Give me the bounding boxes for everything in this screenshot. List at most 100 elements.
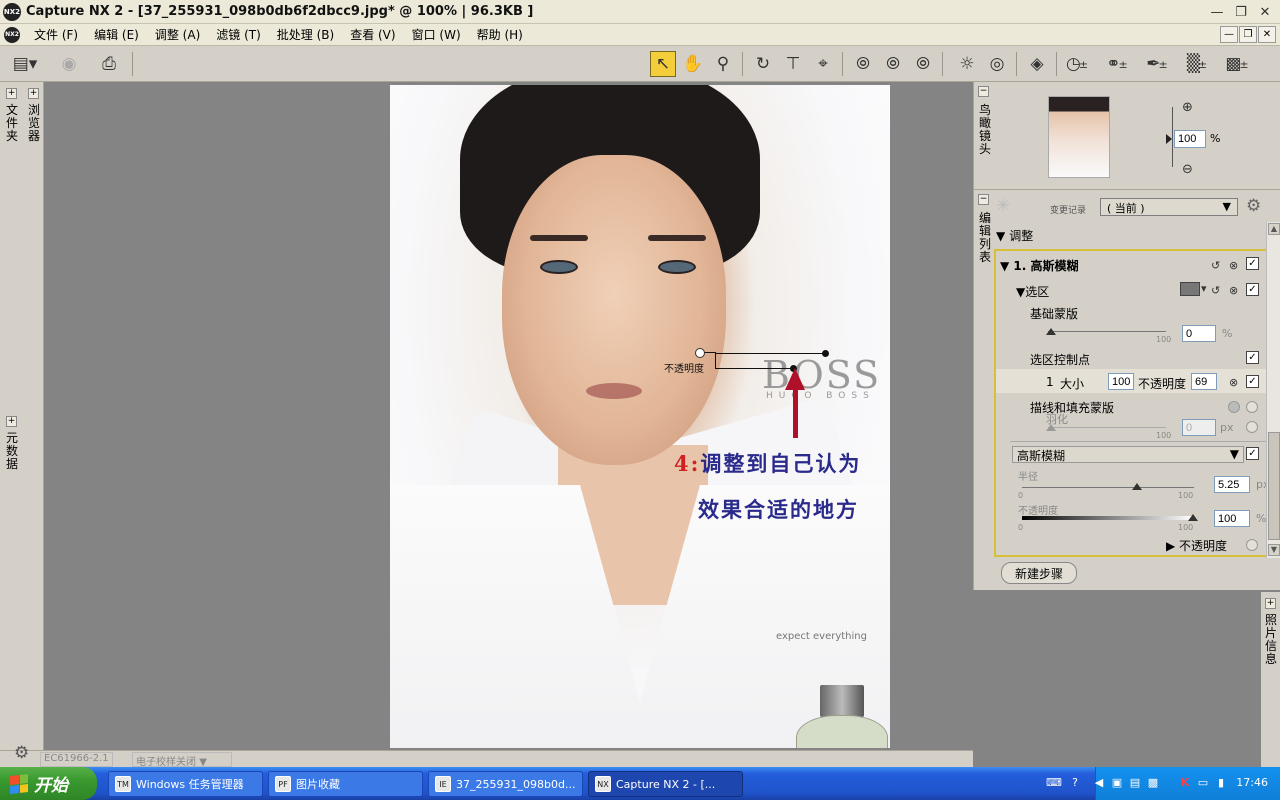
gradient-icon[interactable]: ▒ ±	[1184, 51, 1210, 77]
expand-folder-icon[interactable]: +	[6, 88, 17, 99]
selection-checkbox[interactable]: ✓	[1246, 283, 1259, 296]
menu-view[interactable]: 查看 (V)	[342, 26, 403, 43]
tray-expand-icon[interactable]: ◀	[1092, 776, 1106, 790]
keyboard-icon[interactable]: ⌨	[1046, 776, 1062, 790]
hand-icon[interactable]: ✋	[680, 51, 706, 77]
fill-icon[interactable]: ▩ ±	[1224, 51, 1250, 77]
edit-list-scrollbar[interactable]: ▲ ▼	[1266, 222, 1280, 558]
collapse-birdseye-icon[interactable]: −	[978, 86, 989, 97]
doc-minimize-button[interactable]: —	[1220, 26, 1238, 43]
expand-browser-icon[interactable]: +	[28, 88, 39, 99]
straighten-icon[interactable]: ⊤	[780, 51, 806, 77]
menu-window[interactable]: 窗口 (W)	[404, 26, 469, 43]
step-title[interactable]: ▼ 1. 高斯模糊	[1000, 257, 1079, 274]
adjust-section-header[interactable]: ▼ 调整	[996, 227, 1033, 244]
browser-layout-icon[interactable]: ▤▾	[12, 51, 38, 77]
color-point-icon[interactable]: ◈	[1024, 51, 1050, 77]
base-mask-field[interactable]	[1182, 325, 1216, 342]
delete-icon[interactable]: ⊗	[1229, 284, 1238, 297]
opacity-slider[interactable]	[1022, 516, 1194, 520]
print-icon[interactable]: ⎙	[96, 51, 122, 77]
control-point-handle[interactable]	[695, 348, 705, 358]
camera-icon[interactable]: ◉	[56, 51, 82, 77]
doc-close-button[interactable]: ✕	[1258, 26, 1276, 43]
selection-control-point-icon[interactable]: ◷ ±	[1064, 51, 1090, 77]
zoom-field[interactable]	[1174, 130, 1206, 148]
feather-radio[interactable]	[1246, 421, 1258, 433]
network-icon[interactable]: ▣	[1110, 776, 1124, 790]
base-mask-slider[interactable]	[1048, 331, 1166, 332]
brush-icon[interactable]: ✒ ±	[1144, 51, 1170, 77]
radius-slider[interactable]	[1022, 487, 1194, 488]
close-button[interactable]: ✕	[1254, 2, 1276, 22]
opacity-radio[interactable]	[1246, 539, 1258, 551]
zoom-icon[interactable]: ⚲	[710, 51, 736, 77]
scroll-thumb[interactable]	[1268, 432, 1280, 540]
zoom-slider-pointer[interactable]	[1166, 134, 1172, 144]
menu-file[interactable]: 文件 (F)	[26, 26, 86, 43]
feather-slider-thumb[interactable]	[1046, 424, 1056, 431]
tab-browser[interactable]: 浏览器	[24, 104, 44, 143]
delete-icon[interactable]: ⊗	[1229, 259, 1238, 272]
black-control-point-icon[interactable]: ⦾	[850, 51, 876, 77]
red-eye-icon[interactable]: ☼	[954, 51, 980, 77]
task-capture-nx[interactable]: NX Capture NX 2 - [...	[588, 771, 743, 797]
new-step-button[interactable]: 新建步骤	[1001, 562, 1077, 584]
photo[interactable]: BOSS HUGO BOSS expect everything	[390, 85, 890, 748]
selection-row[interactable]: ▼选区	[1016, 283, 1049, 300]
white-control-point-icon[interactable]: ⦾	[910, 51, 936, 77]
restore-button[interactable]: ❐	[1230, 2, 1252, 22]
menu-logo-icon[interactable]: NX2	[4, 26, 20, 43]
image-canvas[interactable]: BOSS HUGO BOSS expect everything 不透明度 4:…	[44, 82, 973, 750]
menu-edit[interactable]: 编辑 (E)	[86, 26, 147, 43]
expand-photo-info-icon[interactable]: +	[1265, 598, 1276, 609]
scroll-up-icon[interactable]: ▲	[1268, 223, 1280, 235]
filter-checkbox[interactable]: ✓	[1246, 447, 1259, 460]
tab-folders[interactable]: 文件夹	[2, 104, 22, 143]
base-mask-slider-thumb[interactable]	[1046, 328, 1056, 335]
cp-size-field[interactable]	[1108, 373, 1134, 390]
task-task-manager[interactable]: TM Windows 任务管理器	[108, 771, 263, 797]
opacity-slider-thumb[interactable]	[1188, 514, 1198, 521]
stroke-fill-radio-2[interactable]	[1246, 401, 1258, 413]
selection-dropdown-icon[interactable]: ▾	[1201, 282, 1207, 295]
lasso-icon[interactable]: ⚭ ±	[1104, 51, 1130, 77]
scroll-down-icon[interactable]: ▼	[1268, 544, 1280, 556]
neutral-control-point-icon[interactable]: ⦾	[880, 51, 906, 77]
reset-icon[interactable]: ↺	[1211, 284, 1220, 297]
direct-select-icon[interactable]: ↖	[650, 51, 676, 77]
cp-checkbox[interactable]: ✓	[1246, 375, 1259, 388]
menu-batch[interactable]: 批处理 (B)	[269, 26, 342, 43]
menu-adjust[interactable]: 调整 (A)	[147, 26, 208, 43]
crop-icon[interactable]: ⌖	[810, 51, 836, 77]
tab-metadata[interactable]: 元数据	[2, 432, 22, 471]
expand-metadata-icon[interactable]: +	[6, 416, 17, 427]
cp-opacity-field[interactable]	[1191, 373, 1217, 390]
selection-mode-select[interactable]	[1180, 282, 1200, 296]
feather-slider[interactable]	[1048, 427, 1166, 428]
zoom-slider-track[interactable]	[1172, 107, 1173, 167]
feather-field[interactable]	[1182, 419, 1216, 436]
opacity-field[interactable]	[1214, 510, 1250, 527]
history-select[interactable]: ( 当前 ) ▼	[1100, 198, 1238, 216]
start-button[interactable]: 开始	[0, 767, 97, 800]
opacity-radio-row[interactable]: ▶ 不透明度	[1166, 537, 1227, 554]
reset-icon[interactable]: ↺	[1211, 259, 1220, 272]
stroke-fill-radio-1[interactable]	[1228, 401, 1240, 413]
battery-icon[interactable]: ▮	[1214, 776, 1228, 790]
delete-icon[interactable]: ⊗	[1229, 376, 1238, 389]
monitor-icon[interactable]: ▭	[1196, 776, 1210, 790]
menu-help[interactable]: 帮助 (H)	[469, 26, 531, 43]
eye-icon[interactable]: ◎	[984, 51, 1010, 77]
network-connections-icon[interactable]: ▩	[1146, 776, 1160, 790]
minimize-button[interactable]: —	[1206, 2, 1228, 22]
doc-restore-button[interactable]: ❐	[1239, 26, 1257, 43]
zoom-out-icon[interactable]: ⊖	[1182, 162, 1193, 177]
display-icon[interactable]: ▤	[1128, 776, 1142, 790]
help-icon[interactable]: ?	[1068, 776, 1082, 790]
settings-gear-icon[interactable]: ⚙	[14, 743, 29, 763]
task-browser[interactable]: IE 37_255931_098b0d...	[428, 771, 583, 797]
tab-photo-info[interactable]: 照片信息	[1261, 614, 1280, 666]
tab-birdseye[interactable]: 鸟瞰镜头	[976, 104, 994, 156]
step-enable-checkbox[interactable]: ✓	[1246, 257, 1259, 270]
